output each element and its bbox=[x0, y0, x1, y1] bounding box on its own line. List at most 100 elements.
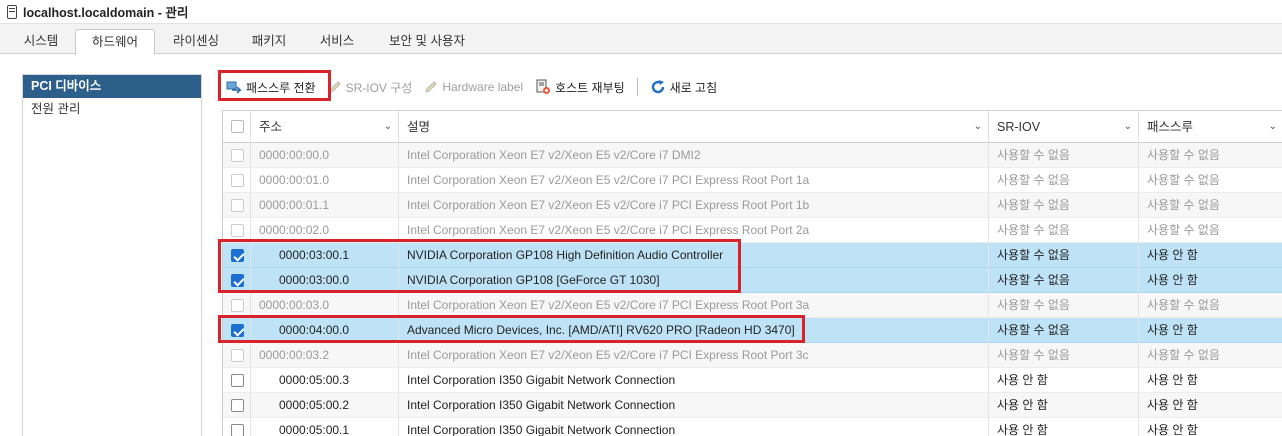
address-cell: 0000:00:01.1 bbox=[251, 193, 399, 218]
address-cell: 0000:03:00.0 bbox=[251, 268, 399, 293]
sriov-cell: 사용할 수 없음 bbox=[989, 193, 1139, 218]
row-checkbox[interactable] bbox=[231, 424, 244, 436]
address-cell: 0000:05:00.1 bbox=[251, 418, 399, 436]
sriov-cell: 사용할 수 없음 bbox=[989, 218, 1139, 243]
chevron-down-icon[interactable]: ⌄ bbox=[384, 111, 392, 143]
tab-security-users[interactable]: 보안 및 사용자 bbox=[374, 29, 480, 54]
description-cell: Intel Corporation Xeon E7 v2/Xeon E5 v2/… bbox=[399, 218, 989, 243]
sidebar-item-power-management[interactable]: 전원 관리 bbox=[23, 98, 201, 121]
description-cell: Intel Corporation Xeon E7 v2/Xeon E5 v2/… bbox=[399, 293, 989, 318]
table-row[interactable]: 0000:00:02.0 Intel Corporation Xeon E7 v2… bbox=[223, 218, 1282, 243]
passthrough-cell: 사용 안 함 bbox=[1147, 373, 1198, 387]
hardware-label-label: Hardware label bbox=[442, 80, 524, 94]
row-select-cell bbox=[223, 368, 251, 393]
passthrough-cell: 사용할 수 없음 bbox=[1147, 173, 1220, 187]
row-select-cell bbox=[223, 293, 251, 318]
description-cell: NVIDIA Corporation GP108 [GeForce GT 103… bbox=[399, 268, 989, 293]
description-cell: Intel Corporation Xeon E7 v2/Xeon E5 v2/… bbox=[399, 168, 989, 193]
description-cell: Intel Corporation Xeon E7 v2/Xeon E5 v2/… bbox=[399, 343, 989, 368]
hardware-label-button[interactable]: Hardware label bbox=[418, 74, 529, 100]
table-row[interactable]: 0000:00:01.1 Intel Corporation Xeon E7 v2… bbox=[223, 193, 1282, 218]
toggle-passthrough-label: 패스스루 전환 bbox=[246, 80, 316, 95]
reboot-host-icon bbox=[535, 79, 551, 95]
description-cell: Intel Corporation I350 Gigabit Network C… bbox=[399, 393, 989, 418]
passthrough-cell: 사용 안 함 bbox=[1147, 248, 1198, 262]
sriov-cell: 사용 안 함 bbox=[989, 368, 1139, 393]
row-select-cell bbox=[223, 218, 251, 243]
address-cell: 0000:00:02.0 bbox=[251, 218, 399, 243]
tab-system[interactable]: 시스템 bbox=[10, 29, 72, 54]
table-row[interactable]: 0000:05:00.2 Intel Corporation I350 Gigab… bbox=[223, 393, 1282, 418]
address-cell: 0000:05:00.2 bbox=[251, 393, 399, 418]
passthrough-cell: 사용할 수 없음 bbox=[1147, 348, 1220, 362]
description-cell: NVIDIA Corporation GP108 High Definition… bbox=[399, 243, 989, 268]
tab-licensing[interactable]: 라이센싱 bbox=[158, 29, 234, 54]
table-row[interactable]: 0000:00:03.2 Intel Corporation Xeon E7 v2… bbox=[223, 343, 1282, 368]
column-header-passthrough[interactable]: 패스스루 ⌄ bbox=[1139, 111, 1282, 143]
tab-hardware[interactable]: 하드웨어 bbox=[75, 29, 155, 55]
reboot-host-button[interactable]: 호스트 재부팅 bbox=[529, 74, 631, 100]
passthrough-cell: 사용할 수 없음 bbox=[1147, 223, 1220, 237]
pencil-icon bbox=[424, 80, 438, 94]
sriov-cell: 사용할 수 없음 bbox=[989, 318, 1139, 343]
table-row[interactable]: 0000:00:01.0 Intel Corporation Xeon E7 v2… bbox=[223, 168, 1282, 193]
passthrough-cell: 사용할 수 없음 bbox=[1147, 198, 1220, 212]
column-header-description[interactable]: 설명 ⌄ bbox=[399, 111, 989, 143]
row-checkbox bbox=[231, 199, 244, 212]
tab-services[interactable]: 서비스 bbox=[304, 29, 370, 54]
sriov-cell: 사용 안 함 bbox=[989, 418, 1139, 436]
row-checkbox bbox=[231, 299, 244, 312]
description-cell: Intel Corporation Xeon E7 v2/Xeon E5 v2/… bbox=[399, 143, 989, 168]
row-checkbox[interactable] bbox=[231, 374, 244, 387]
table-row[interactable]: 0000:03:00.0 NVIDIA Corporation GP108 [Ge… bbox=[223, 268, 1282, 293]
row-checkbox bbox=[231, 224, 244, 237]
row-checkbox[interactable] bbox=[231, 274, 244, 287]
toolbar: 패스스루 전환 SR-IOV 구성 Hardware label 호스트 재부팅 bbox=[220, 74, 723, 100]
row-checkbox bbox=[231, 174, 244, 187]
tab-packages[interactable]: 패키지 bbox=[238, 29, 300, 54]
select-all-checkbox[interactable] bbox=[231, 120, 244, 133]
sidebar-item-pci-devices[interactable]: PCI 디바이스 bbox=[23, 75, 201, 98]
address-cell: 0000:05:00.3 bbox=[251, 368, 399, 393]
table-row[interactable]: 0000:04:00.0 Advanced Micro Devices, Inc.… bbox=[223, 318, 1282, 343]
column-header-sriov[interactable]: SR-IOV ⌄ bbox=[989, 111, 1139, 143]
sriov-cell: 사용 안 함 bbox=[989, 393, 1139, 418]
refresh-button[interactable]: 새로 고침 bbox=[644, 74, 724, 100]
passthrough-icon bbox=[226, 79, 242, 95]
table-row[interactable]: 0000:00:00.0 Intel Corporation Xeon E7 v2… bbox=[223, 143, 1282, 168]
row-checkbox[interactable] bbox=[231, 249, 244, 262]
table-row[interactable]: 0000:05:00.1 Intel Corporation I350 Gigab… bbox=[223, 418, 1282, 436]
row-checkbox[interactable] bbox=[231, 324, 244, 337]
row-checkbox bbox=[231, 349, 244, 362]
row-checkbox[interactable] bbox=[231, 399, 244, 412]
table-header: 주소 ⌄ 설명 ⌄ SR-IOV ⌄ 패스스루 ⌄ bbox=[223, 111, 1282, 143]
row-select-cell bbox=[223, 418, 251, 436]
select-all-cell bbox=[223, 111, 251, 143]
passthrough-cell: 사용 안 함 bbox=[1147, 273, 1198, 287]
chevron-down-icon[interactable]: ⌄ bbox=[1269, 111, 1277, 143]
toggle-passthrough-button[interactable]: 패스스루 전환 bbox=[220, 74, 322, 100]
chevron-down-icon[interactable]: ⌄ bbox=[974, 111, 982, 143]
configure-sriov-label: SR-IOV 구성 bbox=[345, 80, 413, 95]
description-cell: Intel Corporation I350 Gigabit Network C… bbox=[399, 368, 989, 393]
description-cell: Intel Corporation I350 Gigabit Network C… bbox=[399, 418, 989, 436]
description-cell: Advanced Micro Devices, Inc. [AMD/ATI] R… bbox=[399, 318, 989, 343]
address-cell: 0000:00:01.0 bbox=[251, 168, 399, 193]
table-row[interactable]: 0000:03:00.1 NVIDIA Corporation GP108 Hig… bbox=[223, 243, 1282, 268]
chevron-down-icon[interactable]: ⌄ bbox=[1124, 111, 1132, 143]
row-select-cell bbox=[223, 268, 251, 293]
row-checkbox bbox=[231, 149, 244, 162]
passthrough-cell: 사용할 수 없음 bbox=[1147, 148, 1220, 162]
row-select-cell bbox=[223, 343, 251, 368]
passthrough-cell: 사용 안 함 bbox=[1147, 423, 1198, 436]
address-cell: 0000:00:00.0 bbox=[251, 143, 399, 168]
column-header-address[interactable]: 주소 ⌄ bbox=[251, 111, 399, 143]
address-cell: 0000:03:00.1 bbox=[251, 243, 399, 268]
configure-sriov-button[interactable]: SR-IOV 구성 bbox=[322, 74, 419, 100]
tab-bar: 시스템 하드웨어 라이센싱 패키지 서비스 보안 및 사용자 bbox=[0, 24, 1282, 55]
description-cell: Intel Corporation Xeon E7 v2/Xeon E5 v2/… bbox=[399, 193, 989, 218]
table-row[interactable]: 0000:00:03.0 Intel Corporation Xeon E7 v2… bbox=[223, 293, 1282, 318]
reboot-host-label: 호스트 재부팅 bbox=[555, 80, 625, 95]
toolbar-divider bbox=[636, 78, 638, 96]
table-row[interactable]: 0000:05:00.3 Intel Corporation I350 Gigab… bbox=[223, 368, 1282, 393]
